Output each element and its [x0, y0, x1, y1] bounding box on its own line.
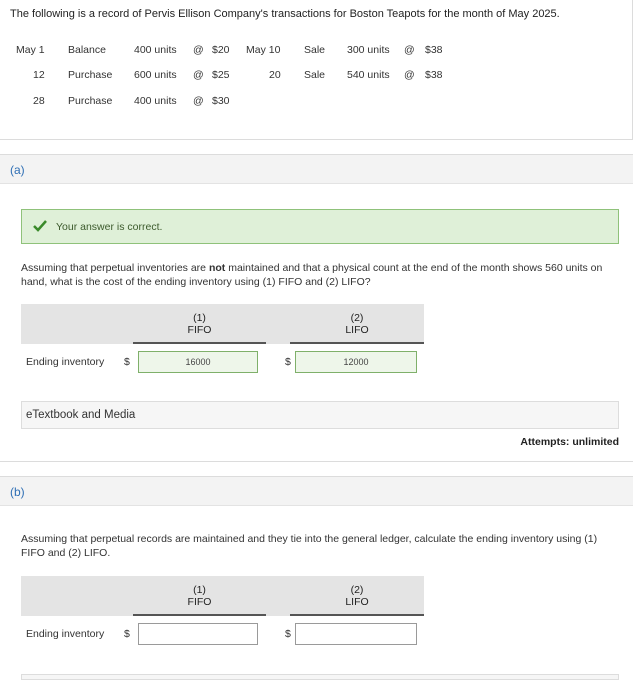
- etextbook-media-bar[interactable]: eTextbook and Media: [21, 401, 619, 429]
- tx-units: 540 units: [347, 69, 390, 81]
- part-b-letter: (b): [10, 485, 25, 499]
- tx-price: $38: [425, 69, 443, 81]
- fifo-ending-inventory-input[interactable]: 16000: [138, 351, 258, 373]
- tx-price: $30: [212, 95, 230, 107]
- table-header-spacer: [266, 304, 290, 344]
- correct-answer-banner: Your answer is correct.: [21, 209, 619, 244]
- currency-symbol: $: [124, 628, 130, 640]
- tx-at: @: [404, 69, 415, 81]
- tx-date: May 10: [246, 44, 281, 56]
- tx-type: Purchase: [68, 95, 113, 107]
- table-header-spacer: [21, 304, 133, 344]
- tx-date: 12: [33, 69, 45, 81]
- part-b-question: Assuming that perpetual records are main…: [21, 533, 598, 559]
- tx-type: Sale: [304, 69, 326, 81]
- part-a-question: Assuming that perpetual inventories are …: [21, 261, 621, 289]
- tx-date: 20: [269, 69, 281, 81]
- tx-price: $25: [212, 69, 230, 81]
- check-icon: [33, 220, 47, 232]
- currency-symbol: $: [285, 356, 291, 368]
- col-label: FIFO: [187, 324, 212, 336]
- question-emphasis: not: [208, 262, 226, 274]
- tx-type: Purchase: [68, 69, 113, 81]
- tx-at: @: [193, 95, 204, 107]
- section-divider: [0, 461, 633, 462]
- tx-date: May 1: [16, 44, 45, 56]
- col-header-lifo: (2) LIFO: [290, 304, 424, 344]
- tx-type: Sale: [304, 44, 326, 56]
- tx-at: @: [193, 69, 204, 81]
- tx-units: 400 units: [134, 95, 177, 107]
- col-label: LIFO: [345, 596, 369, 608]
- lifo-ending-inventory-input[interactable]: 12000: [295, 351, 417, 373]
- part-a-letter: (a): [10, 163, 25, 177]
- col-header-fifo: (1) FIFO: [133, 576, 266, 616]
- part-b-header: (b): [0, 476, 633, 506]
- tx-at: @: [404, 44, 415, 56]
- table-header-spacer: [266, 576, 290, 616]
- table-header-spacer: [21, 576, 133, 616]
- tx-units: 300 units: [347, 44, 390, 56]
- col-label: LIFO: [345, 324, 369, 336]
- tx-type: Balance: [68, 44, 106, 56]
- lifo-ending-inventory-input[interactable]: [295, 623, 417, 645]
- tx-price: $20: [212, 44, 230, 56]
- ending-inventory-label: Ending inventory: [26, 356, 105, 368]
- currency-symbol: $: [285, 628, 291, 640]
- tx-at: @: [193, 44, 204, 56]
- etextbook-link[interactable]: eTextbook and Media: [26, 409, 135, 421]
- tx-units: 400 units: [134, 44, 177, 56]
- question-text: Assuming that perpetual inventories are: [21, 262, 209, 274]
- problem-statement: The following is a record of Pervis Elli…: [10, 8, 560, 20]
- currency-symbol: $: [124, 356, 130, 368]
- col-header-fifo: (1) FIFO: [133, 304, 266, 344]
- part-a-header: (a): [0, 154, 633, 184]
- problem-statement-card: The following is a record of Pervis Elli…: [0, 0, 633, 140]
- tx-date: 28: [33, 95, 45, 107]
- correct-message: Your answer is correct.: [56, 221, 163, 233]
- ending-inventory-label: Ending inventory: [26, 628, 105, 640]
- fifo-ending-inventory-input[interactable]: [138, 623, 258, 645]
- next-section-bar: [21, 674, 619, 680]
- col-header-lifo: (2) LIFO: [290, 576, 424, 616]
- col-label: FIFO: [187, 596, 212, 608]
- tx-units: 600 units: [134, 69, 177, 81]
- attempts-label: Attempts: unlimited: [520, 436, 619, 448]
- tx-price: $38: [425, 44, 443, 56]
